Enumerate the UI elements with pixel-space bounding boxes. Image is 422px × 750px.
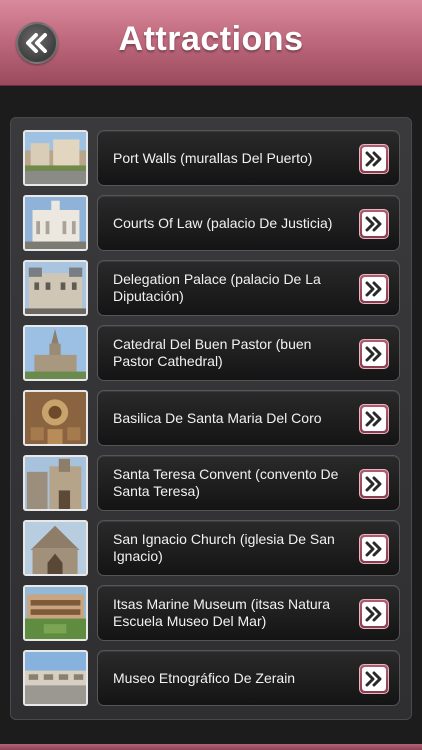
list-item-button[interactable]: Port Walls (murallas Del Puerto) (97, 130, 400, 186)
double-chevron-right-icon (365, 671, 382, 687)
open-item-button[interactable] (359, 274, 389, 304)
attraction-thumbnail (23, 585, 88, 641)
list-item-delegation-palace[interactable]: Delegation Palace (palacio De La Diputac… (23, 260, 400, 316)
double-chevron-right-icon (365, 476, 382, 492)
list-item-button[interactable]: Itsas Marine Museum (itsas Natura Escuel… (97, 585, 400, 641)
list-item-button[interactable]: Catedral Del Buen Pastor (buen Pastor Ca… (97, 325, 400, 381)
open-item-button[interactable] (359, 599, 389, 629)
attraction-thumbnail (23, 195, 88, 251)
list-item-label: Museo Etnográfico De Zerain (113, 669, 296, 686)
list-item-label: Basilica De Santa Maria Del Coro (113, 409, 322, 426)
double-chevron-right-icon (365, 281, 382, 297)
list-item-button[interactable]: San Ignacio Church (iglesia De San Ignac… (97, 520, 400, 576)
list-item-basilica-santa-maria[interactable]: Basilica De Santa Maria Del Coro (23, 390, 400, 446)
attraction-thumbnail (23, 260, 88, 316)
attraction-thumbnail (23, 520, 88, 576)
list-item-port-walls[interactable]: Port Walls (murallas Del Puerto) (23, 130, 400, 186)
list-item-label: Port Walls (murallas Del Puerto) (113, 149, 313, 166)
list-item-button[interactable]: Museo Etnográfico De Zerain (97, 650, 400, 706)
open-item-button[interactable] (359, 339, 389, 369)
list-item-label: Courts Of Law (palacio De Justicia) (113, 214, 333, 231)
list-item-button[interactable]: Courts Of Law (palacio De Justicia) (97, 195, 400, 251)
double-chevron-right-icon (365, 216, 382, 232)
list-item-itsas-marine-museum[interactable]: Itsas Marine Museum (itsas Natura Escuel… (23, 585, 400, 641)
bottom-accent-bar (0, 744, 422, 750)
list-item-button[interactable]: Delegation Palace (palacio De La Diputac… (97, 260, 400, 316)
attraction-thumbnail (23, 650, 88, 706)
list-item-museo-etnografico[interactable]: Museo Etnográfico De Zerain (23, 650, 400, 706)
double-chevron-right-icon (365, 541, 382, 557)
attraction-thumbnail (23, 325, 88, 381)
double-chevron-right-icon (365, 411, 382, 427)
attraction-thumbnail (23, 390, 88, 446)
attraction-thumbnail (23, 130, 88, 186)
open-item-button[interactable] (359, 209, 389, 239)
list-item-label: Santa Teresa Convent (convento De Santa … (113, 466, 339, 499)
list-item-label: Itsas Marine Museum (itsas Natura Escuel… (113, 596, 331, 629)
list-item-label: Catedral Del Buen Pastor (buen Pastor Ca… (113, 336, 312, 369)
open-item-button[interactable] (359, 469, 389, 499)
list-item-label: San Ignacio Church (iglesia De San Ignac… (113, 531, 335, 564)
list-item-label: Delegation Palace (palacio De La Diputac… (113, 271, 321, 304)
list-item-courts-of-law[interactable]: Courts Of Law (palacio De Justicia) (23, 195, 400, 251)
double-chevron-right-icon (365, 346, 382, 362)
page-title: Attractions (118, 20, 304, 58)
open-item-button[interactable] (359, 664, 389, 694)
list-item-san-ignacio-church[interactable]: San Ignacio Church (iglesia De San Ignac… (23, 520, 400, 576)
list-item-button[interactable]: Basilica De Santa Maria Del Coro (97, 390, 400, 446)
list-item-buen-pastor-cathedral[interactable]: Catedral Del Buen Pastor (buen Pastor Ca… (23, 325, 400, 381)
list-item-button[interactable]: Santa Teresa Convent (convento De Santa … (97, 455, 400, 511)
open-item-button[interactable] (359, 534, 389, 564)
double-chevron-right-icon (365, 606, 382, 622)
open-item-button[interactable] (359, 144, 389, 174)
header-bar: Attractions (0, 0, 422, 86)
attraction-thumbnail (23, 455, 88, 511)
list-item-santa-teresa-convent[interactable]: Santa Teresa Convent (convento De Santa … (23, 455, 400, 511)
double-chevron-right-icon (365, 151, 382, 167)
open-item-button[interactable] (359, 404, 389, 434)
